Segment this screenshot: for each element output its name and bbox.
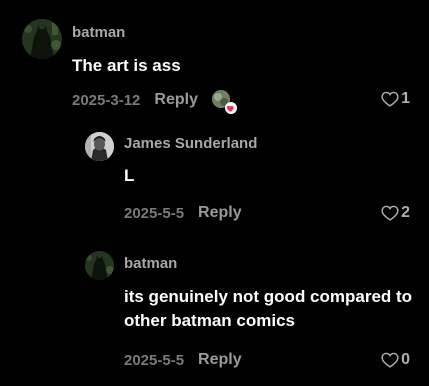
comment-date: 2025-5-5 bbox=[124, 204, 185, 222]
heart-outline-icon bbox=[381, 205, 399, 221]
comment-username[interactable]: batman bbox=[124, 255, 177, 272]
avatar[interactable] bbox=[22, 19, 62, 59]
comment-meta: 2025-3-12 Reply bbox=[72, 90, 237, 114]
batman-avatar-icon bbox=[85, 251, 114, 280]
reply-button[interactable]: Reply bbox=[154, 91, 198, 109]
creator-liked-badge bbox=[211, 90, 237, 114]
like-button[interactable]: 1 bbox=[381, 90, 410, 108]
comment-meta: 2025-5-5 Reply bbox=[124, 204, 242, 222]
comment-date: 2025-5-5 bbox=[124, 351, 185, 369]
reply-button[interactable]: Reply bbox=[198, 204, 242, 222]
like-count: 0 bbox=[401, 351, 410, 368]
like-button[interactable]: 0 bbox=[381, 351, 410, 369]
comment-text: The art is ass bbox=[72, 56, 181, 75]
comment-date: 2025-3-12 bbox=[72, 91, 141, 109]
heart-outline-icon bbox=[381, 91, 399, 107]
reply-item: batman its genuinely not good compared t… bbox=[0, 240, 429, 386]
avatar[interactable] bbox=[85, 251, 114, 280]
comment-meta: 2025-5-5 Reply bbox=[124, 351, 242, 369]
comment-text: L bbox=[124, 166, 135, 185]
comment-text: its genuinely not good compared to other… bbox=[124, 287, 413, 330]
like-count: 2 bbox=[401, 204, 410, 221]
comment-item: batman The art is ass 2025-3-12 Reply 1 bbox=[0, 0, 429, 120]
heart-badge-icon bbox=[224, 102, 237, 114]
james-avatar-icon bbox=[85, 132, 114, 161]
comment-username[interactable]: batman bbox=[72, 24, 125, 41]
like-count: 1 bbox=[401, 90, 410, 107]
reply-item: James Sunderland L 2025-5-5 Reply 2 bbox=[0, 120, 429, 240]
like-button[interactable]: 2 bbox=[381, 204, 410, 222]
avatar[interactable] bbox=[85, 132, 114, 161]
comment-username[interactable]: James Sunderland bbox=[124, 135, 257, 152]
reply-button[interactable]: Reply bbox=[198, 351, 242, 369]
batman-avatar-icon bbox=[22, 19, 62, 59]
heart-outline-icon bbox=[381, 352, 399, 368]
